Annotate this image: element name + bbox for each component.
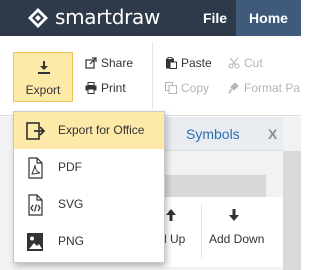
copy-icon: [165, 82, 177, 94]
menu-file[interactable]: File: [196, 0, 234, 36]
brand-name: smartdraw: [55, 5, 161, 29]
add-down-label: Add Down: [209, 232, 265, 246]
export-office-icon: [26, 122, 45, 140]
add-down-button[interactable]: Add Down: [205, 204, 267, 254]
export-download-icon: [38, 61, 50, 74]
ribbon-divider: [152, 42, 153, 108]
export-menu: Export for Office PDF SVG PNG: [13, 111, 165, 263]
menu-item-label: SVG: [58, 197, 84, 211]
export-button[interactable]: Export: [13, 52, 73, 102]
paste-button[interactable]: Paste: [165, 55, 220, 71]
menu-item-label: Export for Office: [58, 123, 145, 137]
menu-item-svg[interactable]: SVG: [14, 186, 164, 223]
export-label: Export: [25, 83, 61, 97]
menu-item-png[interactable]: PNG: [14, 223, 164, 260]
paste-icon: [166, 57, 177, 69]
move-up-button[interactable]: d Up: [160, 204, 201, 254]
panel-scrollbar[interactable]: [283, 151, 301, 270]
share-button[interactable]: Share: [85, 55, 145, 71]
arrow-up-icon: [166, 209, 176, 221]
arrow-down-icon: [229, 209, 239, 221]
printer-icon: [85, 82, 97, 94]
print-label: Print: [101, 81, 126, 95]
menu-item-pdf[interactable]: PDF: [14, 149, 164, 186]
menu-item-export-for-office[interactable]: Export for Office: [14, 112, 164, 149]
svg-file-icon: [28, 194, 43, 216]
panel-header-bar: [163, 175, 266, 197]
print-button[interactable]: Print: [85, 80, 145, 96]
scissors-icon: [228, 57, 240, 69]
pdf-file-icon: [28, 157, 43, 179]
top-bar: smartdraw File Home: [0, 0, 301, 36]
copy-button[interactable]: Copy: [165, 80, 220, 96]
close-panel-button[interactable]: X: [268, 126, 277, 142]
smartdraw-logo-icon: [28, 8, 48, 28]
cut-button[interactable]: Cut: [228, 55, 273, 71]
copy-label: Copy: [181, 81, 210, 95]
menu-item-label: PDF: [58, 160, 82, 174]
paste-label: Paste: [181, 56, 212, 70]
png-image-icon: [27, 233, 43, 251]
symbols-tab-label: Symbols: [186, 126, 240, 142]
cut-label: Cut: [244, 56, 263, 70]
format-painter-icon: [228, 82, 239, 94]
share-label: Share: [101, 56, 134, 70]
menu-item-label: PNG: [58, 234, 85, 248]
format-painter-label: Format Pa: [244, 81, 301, 95]
move-group-divider: [201, 204, 202, 258]
share-icon: [85, 57, 97, 69]
menu-home[interactable]: Home: [236, 0, 301, 36]
format-painter-button[interactable]: Format Pa: [228, 80, 301, 96]
